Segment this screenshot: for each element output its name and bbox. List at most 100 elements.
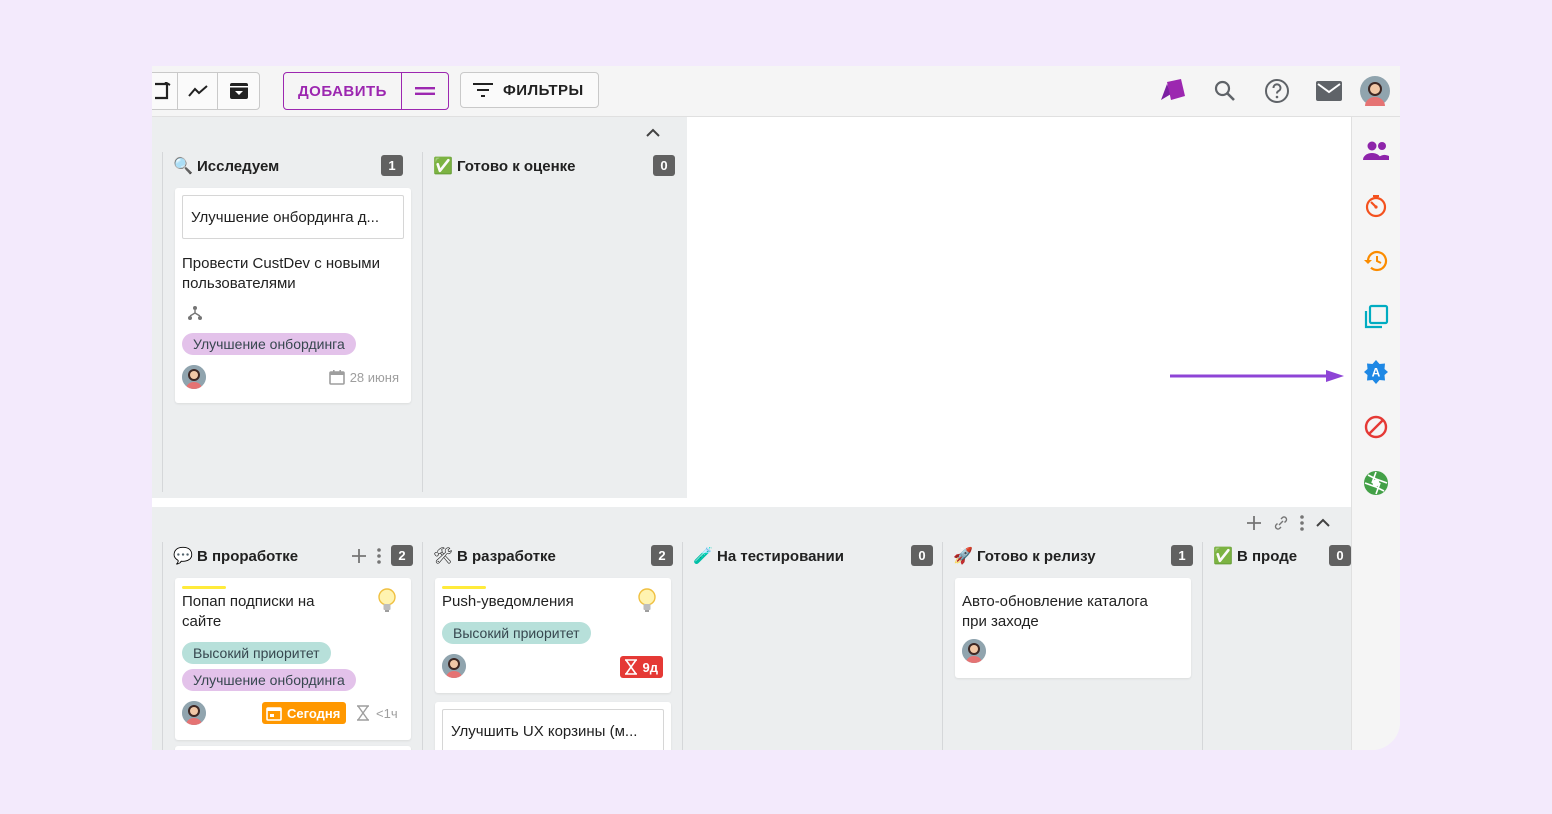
subtasks-icon <box>187 305 203 326</box>
auto-badge-icon[interactable]: A <box>1362 358 1390 386</box>
user-avatar[interactable] <box>1360 76 1390 106</box>
idea-icon <box>377 588 397 619</box>
card-tags: Улучшение онбординга <box>182 333 356 355</box>
annotation-arrow <box>1170 370 1344 382</box>
column-header: 🚀 Готово к релизу 1 <box>953 542 1193 570</box>
column-count: 2 <box>391 545 413 566</box>
brand-icon[interactable] <box>1158 76 1188 106</box>
collapse-lane-icon[interactable] <box>646 125 660 143</box>
people-icon[interactable] <box>1362 137 1390 165</box>
column-in-refinement: 💬 В проработке 2 Попап подписки на сайте… <box>162 542 413 750</box>
priority-bar <box>182 586 226 589</box>
column-header: 🧪 На тестировании 0 <box>693 542 933 570</box>
check-emoji-icon: ✅ <box>433 158 453 175</box>
chart-icon[interactable] <box>177 73 217 109</box>
card-title: Push-уведомления <box>442 593 574 610</box>
assignee-avatar[interactable] <box>182 365 206 389</box>
assignee-avatar[interactable] <box>442 654 466 678</box>
board-icon[interactable] <box>152 73 177 109</box>
check-emoji-icon: ✅ <box>1213 548 1233 565</box>
overdue-text: 9д <box>642 659 658 675</box>
due-date: 28 июня <box>328 369 399 385</box>
due-today-badge: Сегодня <box>262 702 347 724</box>
task-card[interactable]: Авто-обновление каталога при заходе <box>955 578 1191 678</box>
tag[interactable]: Высокий приоритет <box>442 622 591 644</box>
add-button[interactable]: ДОБАВИТЬ <box>284 73 401 109</box>
column-header: 🛠 В разработке 2 <box>433 542 673 570</box>
task-card-partial[interactable] <box>175 746 411 750</box>
time-estimate-text: <1ч <box>376 705 398 721</box>
test-tube-emoji-icon: 🧪 <box>693 548 713 565</box>
help-icon[interactable] <box>1262 76 1292 106</box>
column-testing: 🧪 На тестировании 0 <box>682 542 933 750</box>
view-switcher <box>152 72 260 110</box>
column-title: Готово к релизу <box>977 547 1096 565</box>
column-header: ✅ В проде 0 <box>1213 542 1351 570</box>
column-header: 💬 В проработке 2 <box>173 542 413 570</box>
task-card[interactable]: Улучшение онбординга д... Провести CustD… <box>175 188 411 403</box>
block-icon[interactable] <box>1362 413 1390 441</box>
history-icon[interactable] <box>1362 247 1390 275</box>
column-count: 0 <box>911 545 933 566</box>
right-sidebar: A <box>1351 117 1400 750</box>
add-icon[interactable] <box>1246 515 1262 531</box>
more-vert-icon[interactable] <box>1300 515 1304 531</box>
filters-label: ФИЛЬТРЫ <box>503 81 584 99</box>
rocket-emoji-icon: 🚀 <box>953 548 973 565</box>
mail-icon[interactable] <box>1314 76 1344 106</box>
app-window: ДОБАВИТЬ ФИЛЬТРЫ 🔍 Исследуем 1 Улучшение… <box>152 66 1400 750</box>
column-header: ✅ Готово к оценке 0 <box>433 152 675 180</box>
hourglass-icon <box>624 659 637 675</box>
filter-icon <box>473 83 493 97</box>
search-icon[interactable] <box>1210 76 1240 106</box>
timer-icon[interactable] <box>1362 192 1390 220</box>
column-count: 1 <box>381 155 403 176</box>
column-title: В разработке <box>457 547 556 565</box>
column-title: Готово к оценке <box>457 157 576 175</box>
task-card[interactable]: Попап подписки на сайте Высокий приорите… <box>175 578 411 740</box>
column-title: Исследуем <box>197 157 280 175</box>
tag[interactable]: Улучшение онбординга <box>182 669 356 691</box>
due-date-text: 28 июня <box>349 369 399 385</box>
column-title: В проработке <box>197 547 299 565</box>
calendar-icon <box>266 707 282 721</box>
assignee-avatar[interactable] <box>182 701 206 725</box>
column-research: 🔍 Исследуем 1 Улучшение онбординга д... … <box>162 152 413 492</box>
lane-actions <box>1246 515 1330 531</box>
column-ready-for-release: 🚀 Готово к релизу 1 Авто-обновление ката… <box>942 542 1193 750</box>
column-title: В проде <box>1237 547 1298 565</box>
column-count: 1 <box>1171 545 1193 566</box>
column-count: 0 <box>1329 545 1351 566</box>
more-vert-icon[interactable] <box>377 548 381 564</box>
add-menu-button[interactable] <box>400 73 448 109</box>
task-card[interactable]: Push-уведомления Высокий приоритет 9д <box>435 578 671 693</box>
link-icon[interactable] <box>1274 516 1288 530</box>
filters-button[interactable]: ФИЛЬТРЫ <box>460 72 599 108</box>
task-card[interactable]: Улучшить UX корзины (м... <box>435 702 671 750</box>
calendar-icon <box>328 370 345 385</box>
archive-icon[interactable] <box>217 73 259 109</box>
copy-icon[interactable] <box>1362 303 1390 331</box>
parent-task-link[interactable]: Улучшение онбординга д... <box>182 195 404 239</box>
due-today-text: Сегодня <box>287 705 341 721</box>
time-estimate: <1ч <box>356 705 398 721</box>
top-swimlane: 🔍 Исследуем 1 Улучшение онбординга д... … <box>152 117 687 498</box>
add-icon[interactable] <box>351 548 367 564</box>
card-tags: Высокий приоритет Улучшение онбординга <box>182 642 356 691</box>
column-count: 0 <box>653 155 675 176</box>
tag[interactable]: Улучшение онбординга <box>182 333 356 355</box>
collapse-lane-icon[interactable] <box>1316 518 1330 528</box>
tools-emoji-icon: 🛠 <box>432 548 454 565</box>
bottom-swimlane: 💬 В проработке 2 Попап подписки на сайте… <box>152 507 1351 750</box>
aperture-icon[interactable] <box>1362 469 1390 497</box>
assignee-avatar[interactable] <box>962 639 986 663</box>
idea-icon <box>637 588 657 619</box>
menu-icon <box>414 87 435 95</box>
tag[interactable]: Высокий приоритет <box>182 642 331 664</box>
card-title: Авто-обновление каталога при заходе <box>962 593 1148 630</box>
speech-bubble-emoji-icon: 💬 <box>173 548 193 565</box>
hourglass-icon <box>357 705 369 721</box>
column-title: На тестировании <box>717 547 844 565</box>
parent-task-link[interactable]: Улучшить UX корзины (м... <box>442 709 664 750</box>
toolbar: ДОБАВИТЬ ФИЛЬТРЫ <box>152 66 1400 117</box>
